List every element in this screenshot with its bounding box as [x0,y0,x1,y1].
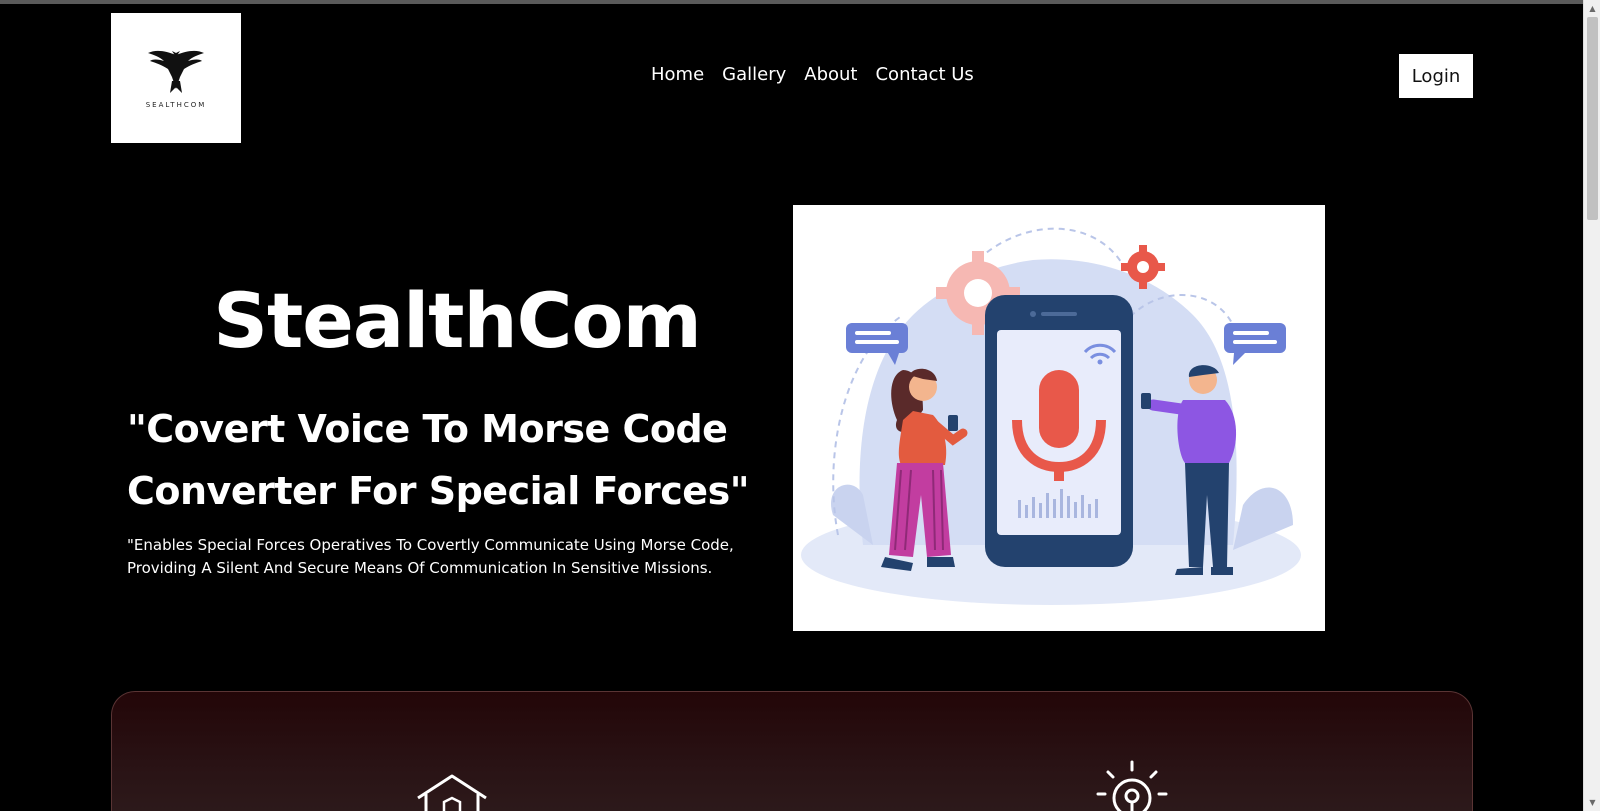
features-panel [111,691,1473,811]
hero-illustration [793,205,1325,631]
vertical-scrollbar[interactable]: ▲ ▼ [1583,0,1600,811]
hero-subtitle: "Covert Voice To Morse Code Converter Fo… [127,398,787,522]
hero-description: "Enables Special Forces Operatives To Co… [127,534,777,580]
idea-bulb-icon [1096,760,1168,811]
logo-text: SEALTHCOM [145,101,207,109]
nav-contact-us[interactable]: Contact Us [875,64,973,85]
hero-subtitle-line-2: Converter For Special Forces" [127,469,750,513]
nav-gallery[interactable]: Gallery [722,64,786,85]
nav-home[interactable]: Home [651,64,704,85]
hero-title: StealthCom [213,276,702,365]
nav-about[interactable]: About [804,64,857,85]
hero-subtitle-line-1: "Covert Voice To Morse Code [127,407,728,451]
scroll-down-arrow-icon[interactable]: ▼ [1584,794,1600,811]
site-logo[interactable]: SEALTHCOM [111,13,241,143]
main-nav: Home Gallery About Contact Us [651,64,974,85]
login-button[interactable]: Login [1399,54,1473,98]
secure-home-icon [417,774,487,811]
page-viewport: SEALTHCOM Home Gallery About Contact Us … [0,0,1583,811]
eagle-icon [148,50,204,93]
scroll-up-arrow-icon[interactable]: ▲ [1584,0,1600,17]
hero-description-line-1: "Enables Special Forces Operatives To Co… [127,536,734,554]
hero-description-line-2: Providing A Silent And Secure Means Of C… [127,559,713,577]
scroll-thumb[interactable] [1587,17,1598,220]
